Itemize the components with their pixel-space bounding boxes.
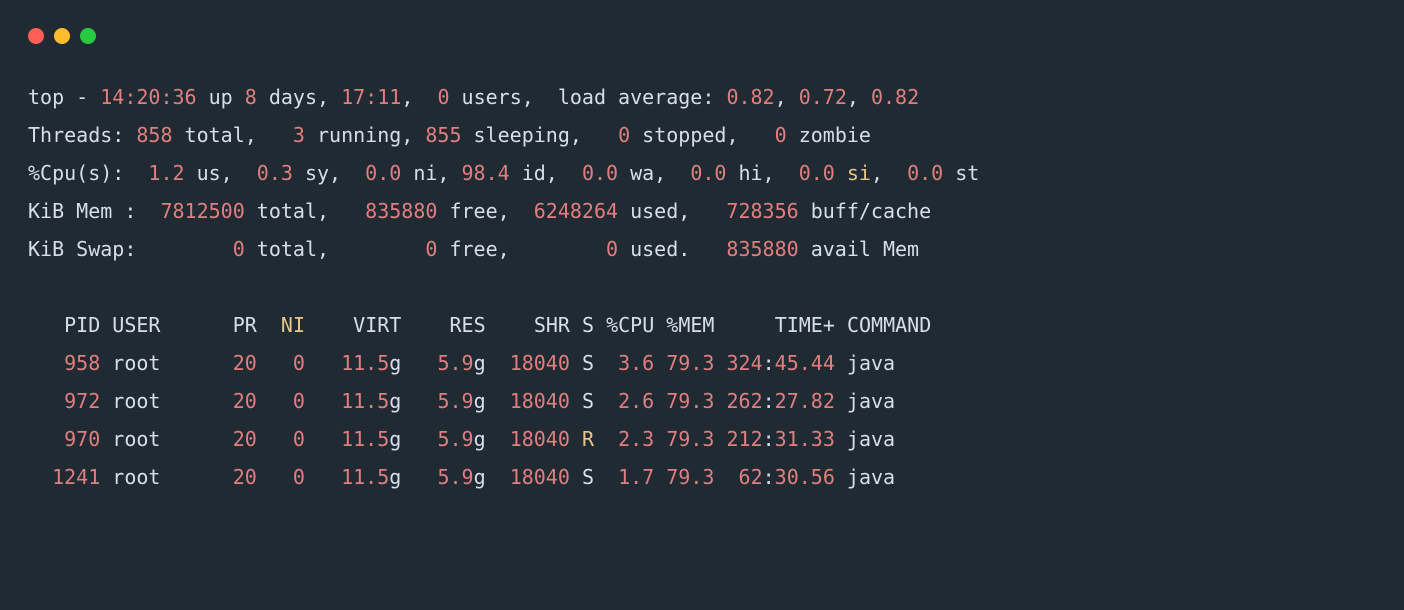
- cell-user: root: [112, 427, 220, 451]
- cell-pid: 970: [28, 427, 100, 451]
- cell-pid: 972: [28, 389, 100, 413]
- cell-time-a: 262: [726, 389, 762, 413]
- cell-time-b: 45.44: [775, 351, 835, 375]
- cell-cmd: java: [847, 389, 895, 413]
- table-header: PID USER PR NI VIRT RES SHR S %CPU %MEM …: [28, 313, 931, 337]
- cell-ni: 0: [269, 389, 305, 413]
- cell-virt: 11.5: [341, 427, 389, 451]
- cell-time-b: 30.56: [775, 465, 835, 489]
- cell-shr: 18040: [510, 351, 570, 375]
- cell-virt: 11.5: [341, 389, 389, 413]
- cell-shr: 18040: [510, 389, 570, 413]
- cell-res: 5.9: [437, 351, 473, 375]
- cell-ni: 0: [269, 351, 305, 375]
- swap-line: KiB Swap: 0 total, 0 free, 0 used. 83588…: [28, 237, 919, 261]
- cell-pr: 20: [221, 389, 257, 413]
- cell-s: S: [582, 465, 594, 489]
- cell-pid: 1241: [28, 465, 100, 489]
- cpu-line: %Cpu(s): 1.2 us, 0.3 sy, 0.0 ni, 98.4 id…: [28, 161, 979, 185]
- cell-res: 5.9: [437, 389, 473, 413]
- cell-s: R: [582, 427, 594, 451]
- table-row: 972 root 20 0 11.5g 5.9g 18040 S 2.6 79.…: [28, 389, 895, 413]
- cell-mem: 79.3: [666, 465, 714, 489]
- cell-user: root: [112, 465, 220, 489]
- cell-pr: 20: [221, 351, 257, 375]
- cell-cmd: java: [847, 465, 895, 489]
- cell-time-a: 324: [726, 351, 762, 375]
- maximize-icon[interactable]: [80, 28, 96, 44]
- cell-virt: 11.5: [341, 351, 389, 375]
- close-icon[interactable]: [28, 28, 44, 44]
- cell-user: root: [112, 389, 220, 413]
- mem-line: KiB Mem : 7812500 total, 835880 free, 62…: [28, 199, 931, 223]
- cell-time-b: 27.82: [775, 389, 835, 413]
- cell-cmd: java: [847, 351, 895, 375]
- cell-virt: 11.5: [341, 465, 389, 489]
- cell-time-b: 31.33: [775, 427, 835, 451]
- cell-mem: 79.3: [666, 351, 714, 375]
- cell-res: 5.9: [437, 427, 473, 451]
- cell-shr: 18040: [510, 427, 570, 451]
- minimize-icon[interactable]: [54, 28, 70, 44]
- top-output: top - 14:20:36 up 8 days, 17:11, 0 users…: [28, 78, 1376, 496]
- table-row: 1241 root 20 0 11.5g 5.9g 18040 S 1.7 79…: [28, 465, 895, 489]
- cell-cpu: 2.3: [606, 427, 654, 451]
- cell-pid: 958: [28, 351, 100, 375]
- cell-time-a: 212: [726, 427, 762, 451]
- cell-shr: 18040: [510, 465, 570, 489]
- cell-user: root: [112, 351, 220, 375]
- threads-line: Threads: 858 total, 3 running, 855 sleep…: [28, 123, 871, 147]
- cell-s: S: [582, 351, 594, 375]
- terminal-window: top - 14:20:36 up 8 days, 17:11, 0 users…: [0, 0, 1404, 610]
- cell-cpu: 2.6: [606, 389, 654, 413]
- cell-s: S: [582, 389, 594, 413]
- cell-pr: 20: [221, 427, 257, 451]
- table-row: 970 root 20 0 11.5g 5.9g 18040 R 2.3 79.…: [28, 427, 895, 451]
- cell-cpu: 1.7: [606, 465, 654, 489]
- cell-res: 5.9: [437, 465, 473, 489]
- table-row: 958 root 20 0 11.5g 5.9g 18040 S 3.6 79.…: [28, 351, 895, 375]
- cell-pr: 20: [221, 465, 257, 489]
- cell-time-a: 62: [726, 465, 762, 489]
- cell-mem: 79.3: [666, 427, 714, 451]
- cell-ni: 0: [269, 465, 305, 489]
- cell-ni: 0: [269, 427, 305, 451]
- process-list: 958 root 20 0 11.5g 5.9g 18040 S 3.6 79.…: [28, 351, 895, 489]
- window-controls: [28, 28, 1376, 44]
- cell-mem: 79.3: [666, 389, 714, 413]
- summary-line: top - 14:20:36 up 8 days, 17:11, 0 users…: [28, 85, 919, 109]
- cell-cpu: 3.6: [606, 351, 654, 375]
- cell-cmd: java: [847, 427, 895, 451]
